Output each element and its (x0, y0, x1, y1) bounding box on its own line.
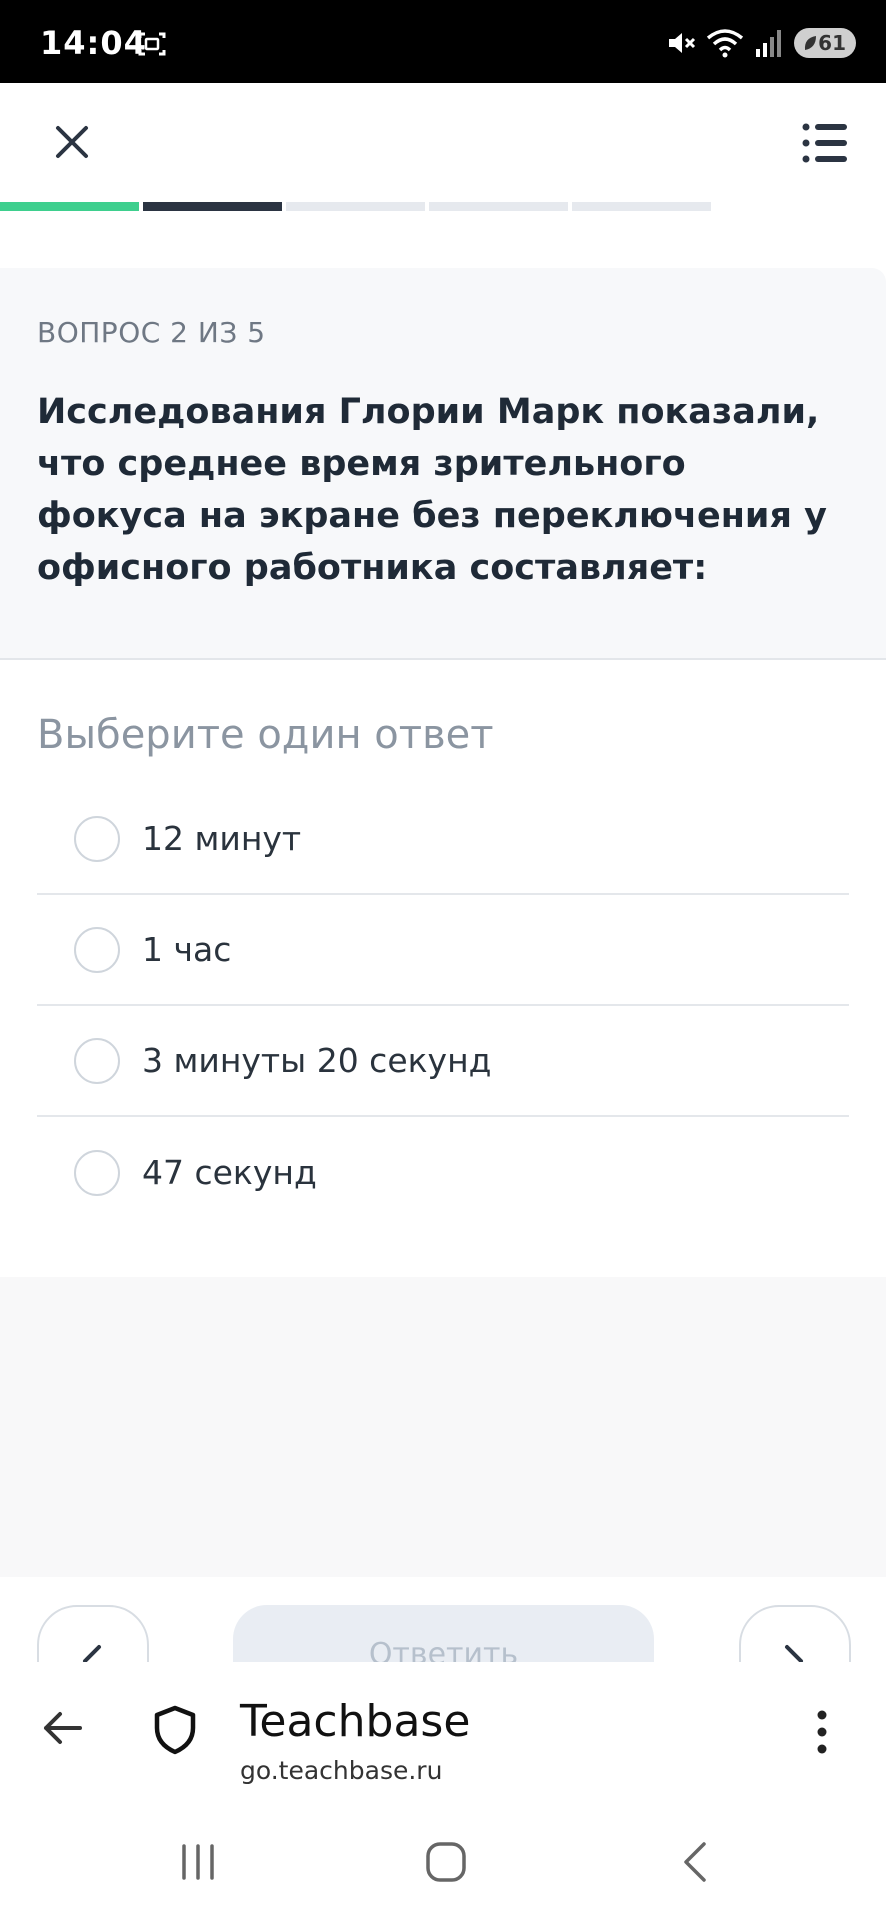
question-counter: ВОПРОС 2 ИЗ 5 (37, 316, 266, 349)
progress-segment-2 (143, 202, 282, 211)
recent-apps-icon[interactable] (168, 1832, 228, 1892)
question-card: ВОПРОС 2 ИЗ 5 Исследования Глории Марк п… (0, 268, 886, 660)
next-question-button[interactable] (739, 1605, 851, 1662)
previous-question-button[interactable] (37, 1605, 149, 1662)
content-background (0, 1277, 886, 1577)
answer-option-4[interactable]: 47 секунд (37, 1117, 849, 1228)
browser-toolbar: Teachbase go.teachbase.ru (0, 1662, 886, 1802)
answer-option-label: 3 минуты 20 секунд (142, 1041, 492, 1080)
answer-option-label: 1 час (142, 930, 232, 969)
status-icons: 61 (666, 26, 856, 60)
progress-segment-4 (429, 202, 568, 211)
battery-level: 61 (818, 31, 846, 55)
radio-button[interactable] (74, 815, 120, 862)
system-back-icon[interactable] (666, 1832, 726, 1892)
question-progress (0, 202, 886, 212)
list-menu-icon[interactable] (800, 118, 850, 168)
site-url[interactable]: go.teachbase.ru (240, 1756, 442, 1785)
close-icon[interactable] (48, 118, 96, 166)
question-text: Исследования Глории Марк показали, что с… (37, 392, 827, 588)
status-time: 14:04 (40, 24, 147, 62)
shield-icon[interactable] (152, 1704, 198, 1756)
progress-segment-3 (286, 202, 425, 211)
answer-instruction: Выберите один ответ (37, 712, 494, 758)
radio-button[interactable] (74, 1149, 120, 1196)
more-options-icon[interactable] (815, 1710, 829, 1754)
quiz-controls: Ответить (0, 1577, 886, 1662)
app-header (0, 83, 886, 203)
answer-area: Выберите один ответ 12 минут 1 час 3 мин… (0, 662, 886, 1277)
screenshot-icon (138, 32, 166, 56)
back-arrow-icon[interactable] (40, 1706, 84, 1750)
answer-option-3[interactable]: 3 минуты 20 секунд (37, 1006, 849, 1117)
answer-options: 12 минут 1 час 3 минуты 20 секунд 47 сек… (37, 784, 849, 1228)
submit-answer-button[interactable]: Ответить (233, 1605, 654, 1662)
chevron-right-icon (785, 1645, 803, 1662)
home-icon[interactable] (416, 1832, 476, 1892)
answer-option-1[interactable]: 12 минут (37, 784, 849, 895)
chevron-left-icon (83, 1645, 101, 1662)
mute-icon (669, 33, 696, 53)
answer-option-2[interactable]: 1 час (37, 895, 849, 1006)
progress-segment-5 (572, 202, 711, 211)
wifi-icon (706, 29, 744, 58)
signal-icon (756, 30, 781, 57)
radio-button[interactable] (74, 1037, 120, 1084)
battery-icon: 61 (794, 28, 856, 58)
radio-button[interactable] (74, 926, 120, 973)
progress-segment-1 (0, 202, 139, 211)
answer-option-label: 47 секунд (142, 1153, 317, 1192)
status-bar: 14:04 61 (0, 0, 886, 83)
battery-saver-icon (804, 36, 816, 50)
system-navigation-bar (0, 1802, 886, 1920)
answer-option-label: 12 минут (142, 819, 302, 858)
site-title[interactable]: Teachbase (240, 1696, 470, 1747)
